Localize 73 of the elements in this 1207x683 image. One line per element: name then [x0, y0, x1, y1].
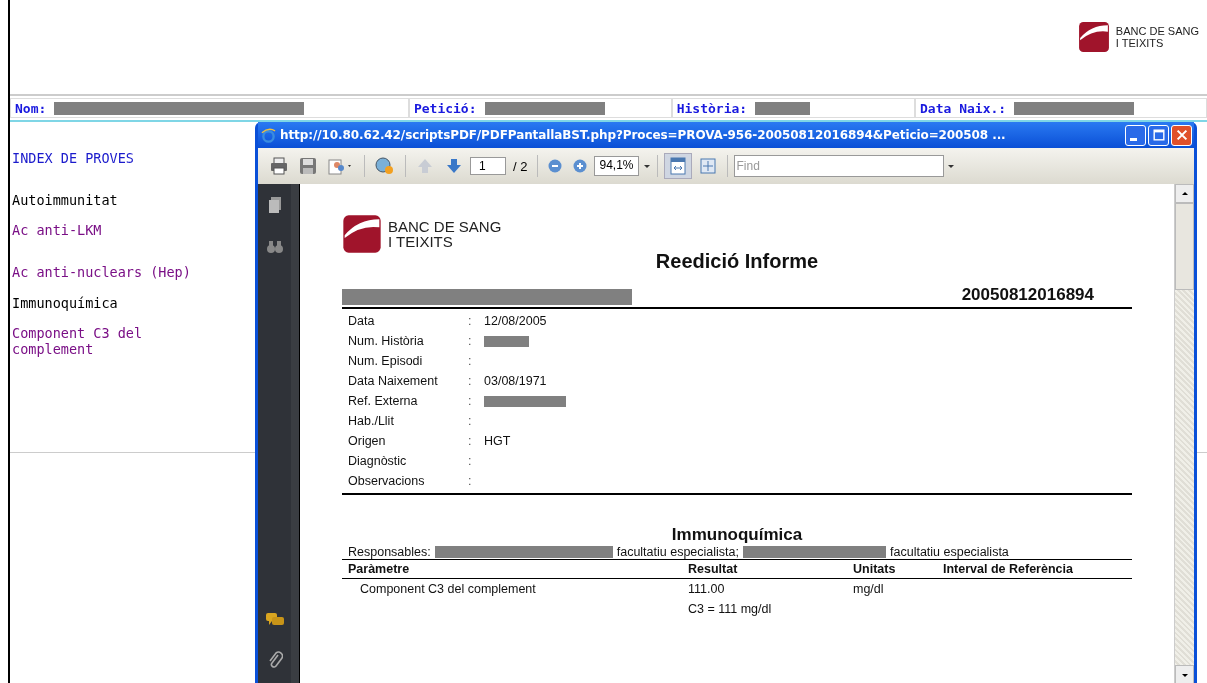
caret-icon[interactable]: [946, 162, 955, 170]
window-title: http://10.80.62.42/scriptsPDF/PDFPantallaBST.php?Proces=PROVA-956-20050812016894&Peticio=200508 ...: [280, 128, 1007, 142]
page-count: / 2: [513, 158, 528, 174]
section-title: Immunoquímica: [670, 525, 804, 545]
close-icon: [1174, 128, 1189, 142]
maximize-button[interactable]: [1148, 124, 1169, 146]
logo-text: I TEIXITS: [388, 234, 454, 249]
role-text: facultatiu especialista: [890, 545, 1009, 559]
scroll-up-icon[interactable]: [1180, 189, 1189, 198]
info-separator: :: [468, 414, 473, 428]
info-label: Data: [348, 314, 376, 328]
maximize-icon: [1151, 128, 1166, 142]
info-label: Origen: [348, 434, 387, 448]
index-heading: INDEX DE PROVES: [12, 150, 135, 166]
column-header: Resultat: [688, 562, 739, 576]
info-label: Hab./Llit: [348, 414, 395, 428]
table-cell-text: mg/dl: [853, 582, 885, 596]
info-label: Num. Episodi: [348, 354, 424, 368]
info-separator: :: [468, 334, 473, 348]
result-note: C3 = 111 mg/dl: [688, 602, 773, 616]
column-header: Interval de Referència: [943, 562, 1074, 576]
logo-text: I TEIXITS: [1115, 37, 1165, 49]
category-label: Autoimmunitat: [12, 192, 119, 208]
logo-icon: [342, 214, 382, 254]
role-text: facultatiu especialista;: [616, 545, 739, 559]
info-label: Observacions: [348, 474, 426, 488]
info-label: Diagnòstic: [348, 454, 408, 468]
info-value: 12/08/2005: [484, 314, 547, 328]
field-label: Petició:: [413, 100, 477, 116]
responsables-label: Responsables:: [348, 545, 431, 559]
close-button[interactable]: [1171, 124, 1192, 146]
info-value: 03/08/1971: [484, 374, 547, 388]
info-separator: :: [468, 374, 473, 388]
category-label: Immunoquímica: [12, 295, 119, 311]
test-link[interactable]: Ac anti-LKM: [12, 222, 212, 238]
field-label: Data Naix.:: [920, 100, 1007, 116]
table-cell-text: 111.00: [688, 582, 726, 596]
info-separator: :: [468, 354, 473, 368]
info-label: Num. Història: [348, 334, 425, 348]
info-separator: :: [468, 454, 473, 468]
info-label: Ref. Externa: [348, 394, 419, 408]
page-number-input[interactable]: 1: [470, 157, 506, 175]
test-link[interactable]: Ac anti-nuclears (Hep): [12, 264, 212, 280]
field-label: Història:: [676, 100, 748, 116]
logo-text: BANC DE SANG: [1115, 25, 1199, 37]
scroll-thumb[interactable]: [1175, 203, 1194, 290]
browser-icon: [261, 127, 276, 143]
info-separator: :: [468, 394, 473, 408]
comments-icon[interactable]: [264, 612, 285, 628]
column-header: Paràmetre: [348, 562, 411, 576]
info-separator: :: [468, 474, 473, 488]
pages-icon[interactable]: [266, 196, 283, 214]
logo-icon: [1077, 21, 1110, 53]
caret-icon: [642, 162, 651, 170]
info-label: Data Naixement: [348, 374, 439, 388]
logo-text: BANC DE SANG: [388, 219, 502, 234]
request-number: 20050812016894: [961, 285, 1094, 305]
binoculars-icon[interactable]: [265, 240, 284, 254]
field-label: Nom:: [15, 100, 47, 116]
vertical-scrollbar[interactable]: [1174, 184, 1194, 683]
report-title: Reedició Informe: [654, 250, 820, 273]
minimize-icon: [1130, 137, 1137, 141]
info-value: HGT: [484, 434, 511, 448]
fit-width-button[interactable]: [663, 153, 692, 179]
test-link[interactable]: Component C3 del complement: [12, 325, 212, 357]
column-header: Unitats: [853, 562, 897, 576]
info-separator: :: [468, 314, 473, 328]
redaction-bar: [755, 101, 811, 115]
paperclip-icon[interactable]: [266, 650, 283, 670]
minimize-button[interactable]: [1125, 124, 1146, 146]
table-cell-text: Component C3 del complement: [359, 582, 537, 596]
find-field[interactable]: Find: [733, 155, 944, 177]
info-separator: :: [468, 434, 473, 448]
